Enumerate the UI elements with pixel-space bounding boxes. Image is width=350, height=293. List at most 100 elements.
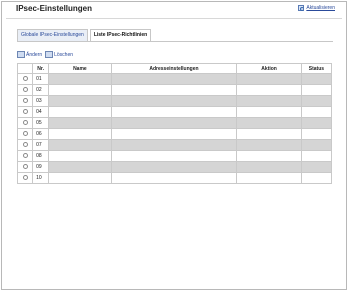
row-select-cell bbox=[16, 84, 34, 96]
row-action bbox=[236, 128, 302, 140]
row-radio-button[interactable] bbox=[22, 131, 28, 137]
row-status bbox=[300, 95, 333, 107]
row-status bbox=[300, 161, 333, 173]
table-row[interactable]: 05 bbox=[16, 117, 333, 129]
table-row[interactable]: 07 bbox=[16, 139, 333, 151]
row-radio-button[interactable] bbox=[22, 98, 28, 104]
tab-divider bbox=[17, 41, 333, 42]
change-label: Ändern bbox=[26, 51, 43, 58]
row-status bbox=[300, 73, 333, 85]
row-number: 10 bbox=[32, 172, 50, 184]
row-select-cell bbox=[16, 172, 34, 184]
row-address-settings bbox=[110, 95, 238, 107]
row-select-cell bbox=[16, 106, 34, 118]
table-row[interactable]: 04 bbox=[16, 106, 333, 118]
row-action bbox=[236, 95, 302, 107]
row-address-settings bbox=[110, 73, 238, 85]
row-number: 03 bbox=[32, 95, 50, 107]
table-row[interactable]: 09 bbox=[16, 161, 333, 173]
delete-button[interactable]: Löschen bbox=[45, 51, 73, 58]
row-radio-button[interactable] bbox=[22, 87, 28, 93]
refresh-label: Aktualisieren bbox=[306, 5, 335, 11]
row-name bbox=[48, 106, 112, 118]
row-radio-button[interactable] bbox=[22, 109, 28, 115]
row-name bbox=[48, 84, 112, 96]
row-radio-button[interactable] bbox=[22, 120, 28, 126]
row-status bbox=[300, 117, 333, 129]
row-address-settings bbox=[110, 139, 238, 151]
table-row[interactable]: 06 bbox=[16, 128, 333, 140]
row-action bbox=[236, 106, 302, 118]
row-status bbox=[300, 106, 333, 118]
row-name bbox=[48, 150, 112, 162]
row-select-cell bbox=[16, 95, 34, 107]
table-row[interactable]: 08 bbox=[16, 150, 333, 162]
table-row[interactable]: 01 bbox=[16, 73, 333, 85]
row-status bbox=[300, 128, 333, 140]
header-divider bbox=[6, 18, 342, 19]
refresh-icon bbox=[298, 5, 305, 11]
row-select-cell bbox=[16, 150, 34, 162]
row-radio-button[interactable] bbox=[22, 153, 28, 159]
table-row[interactable]: 03 bbox=[16, 95, 333, 107]
row-address-settings bbox=[110, 172, 238, 184]
edit-icon bbox=[17, 51, 25, 58]
row-action bbox=[236, 139, 302, 151]
row-address-settings bbox=[110, 161, 238, 173]
row-status bbox=[300, 139, 333, 151]
row-status bbox=[300, 84, 333, 96]
row-action bbox=[236, 161, 302, 173]
row-name bbox=[48, 172, 112, 184]
row-radio-button[interactable] bbox=[22, 175, 28, 181]
col-select bbox=[16, 63, 34, 74]
delete-icon bbox=[45, 51, 54, 58]
row-name bbox=[48, 139, 112, 151]
row-address-settings bbox=[110, 106, 238, 118]
row-number: 05 bbox=[32, 117, 50, 129]
row-action bbox=[236, 84, 302, 96]
row-radio-button[interactable] bbox=[22, 164, 28, 170]
row-action bbox=[236, 150, 302, 162]
row-select-cell bbox=[16, 161, 34, 173]
row-number: 07 bbox=[32, 139, 50, 151]
refresh-link[interactable]: Aktualisieren bbox=[298, 5, 335, 11]
col-name: Name bbox=[48, 63, 112, 74]
col-status: Status bbox=[300, 63, 333, 74]
policy-table: Nr. Name Adresseinstellungen Aktion Stat… bbox=[16, 63, 333, 184]
row-number: 02 bbox=[32, 84, 50, 96]
delete-label: Löschen bbox=[54, 51, 74, 58]
col-number: Nr. bbox=[32, 63, 50, 74]
row-name bbox=[48, 161, 112, 173]
row-number: 09 bbox=[32, 161, 50, 173]
change-button[interactable]: Ändern bbox=[17, 51, 42, 58]
table-row[interactable]: 10 bbox=[16, 172, 333, 184]
row-select-cell bbox=[16, 117, 34, 129]
row-address-settings bbox=[110, 117, 238, 129]
row-address-settings bbox=[110, 128, 238, 140]
table-header-row: Nr. Name Adresseinstellungen Aktion Stat… bbox=[16, 63, 333, 74]
page-title: IPsec-Einstellungen bbox=[16, 4, 93, 13]
col-action: Aktion bbox=[236, 63, 302, 74]
row-number: 04 bbox=[32, 106, 50, 118]
row-select-cell bbox=[16, 128, 34, 140]
col-address-settings: Adresseinstellungen bbox=[110, 63, 238, 74]
row-number: 01 bbox=[32, 73, 50, 85]
row-number: 08 bbox=[32, 150, 50, 162]
row-action bbox=[236, 172, 302, 184]
row-name bbox=[48, 128, 112, 140]
row-action bbox=[236, 117, 302, 129]
row-status bbox=[300, 172, 333, 184]
row-select-cell bbox=[16, 73, 34, 85]
row-number: 06 bbox=[32, 128, 50, 140]
row-status bbox=[300, 150, 333, 162]
row-action bbox=[236, 73, 302, 85]
row-address-settings bbox=[110, 150, 238, 162]
row-name bbox=[48, 117, 112, 129]
row-radio-button[interactable] bbox=[22, 76, 28, 82]
row-name bbox=[48, 73, 112, 85]
table-row[interactable]: 02 bbox=[16, 84, 333, 96]
row-name bbox=[48, 95, 112, 107]
row-address-settings bbox=[110, 84, 238, 96]
toolbar: Ändern Löschen bbox=[17, 51, 73, 58]
row-radio-button[interactable] bbox=[22, 142, 28, 148]
